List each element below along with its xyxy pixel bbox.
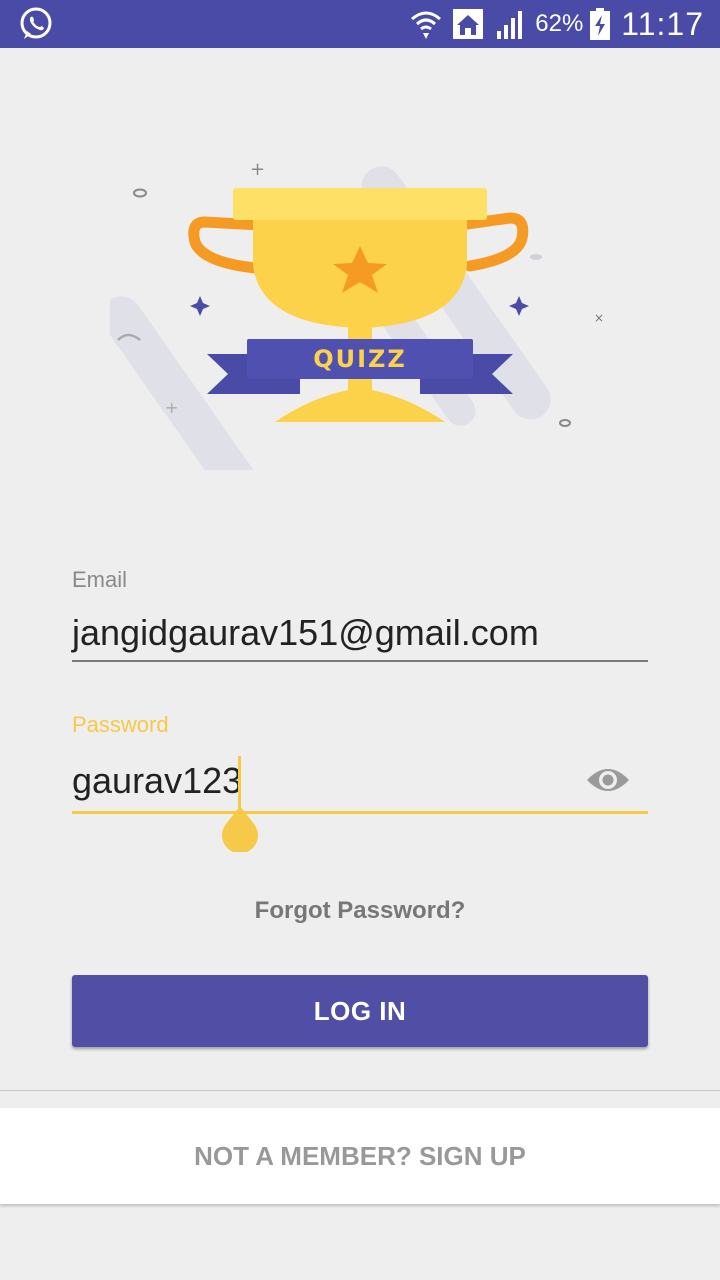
plus-decoration: + xyxy=(165,398,178,417)
circle-decoration xyxy=(559,419,571,427)
password-label: Password xyxy=(72,712,169,737)
signal-icon xyxy=(497,11,523,39)
home-icon xyxy=(453,9,484,39)
eye-icon[interactable] xyxy=(585,762,631,798)
ribbon-text: QUIZZ xyxy=(313,345,407,373)
trophy-rim xyxy=(233,188,487,220)
trophy-handle-right xyxy=(454,212,529,272)
battery-charging-icon xyxy=(590,8,611,40)
trophy-handle-left xyxy=(188,216,266,274)
status-bar: 62% 11:17 xyxy=(0,0,720,48)
clock: 11:17 xyxy=(621,5,704,42)
login-button[interactable]: LOG IN xyxy=(72,975,648,1047)
signup-button[interactable]: NOT A MEMBER? SIGN UP xyxy=(0,1108,720,1204)
text-cursor xyxy=(238,756,241,808)
whatsapp-icon xyxy=(20,7,52,39)
forgot-password-link[interactable]: Forgot Password? xyxy=(0,897,720,925)
x-decoration: × xyxy=(594,311,604,325)
plus-decoration: + xyxy=(250,159,265,180)
circle-decoration xyxy=(133,188,147,198)
password-underline xyxy=(72,811,648,814)
trophy-illustration: + + × QUIZZ xyxy=(110,159,604,470)
sparkle-icon xyxy=(190,296,210,316)
battery-percent: 62% xyxy=(535,10,584,37)
email-field[interactable]: jangidgaurav151@gmail.com xyxy=(72,612,539,654)
wifi-icon xyxy=(411,11,442,39)
email-underline xyxy=(72,660,648,662)
dot-decoration xyxy=(530,254,542,260)
divider xyxy=(0,1090,720,1091)
password-field[interactable]: gaurav123 xyxy=(72,760,242,802)
email-label: Email xyxy=(72,567,128,592)
sparkle-icon xyxy=(509,296,529,316)
